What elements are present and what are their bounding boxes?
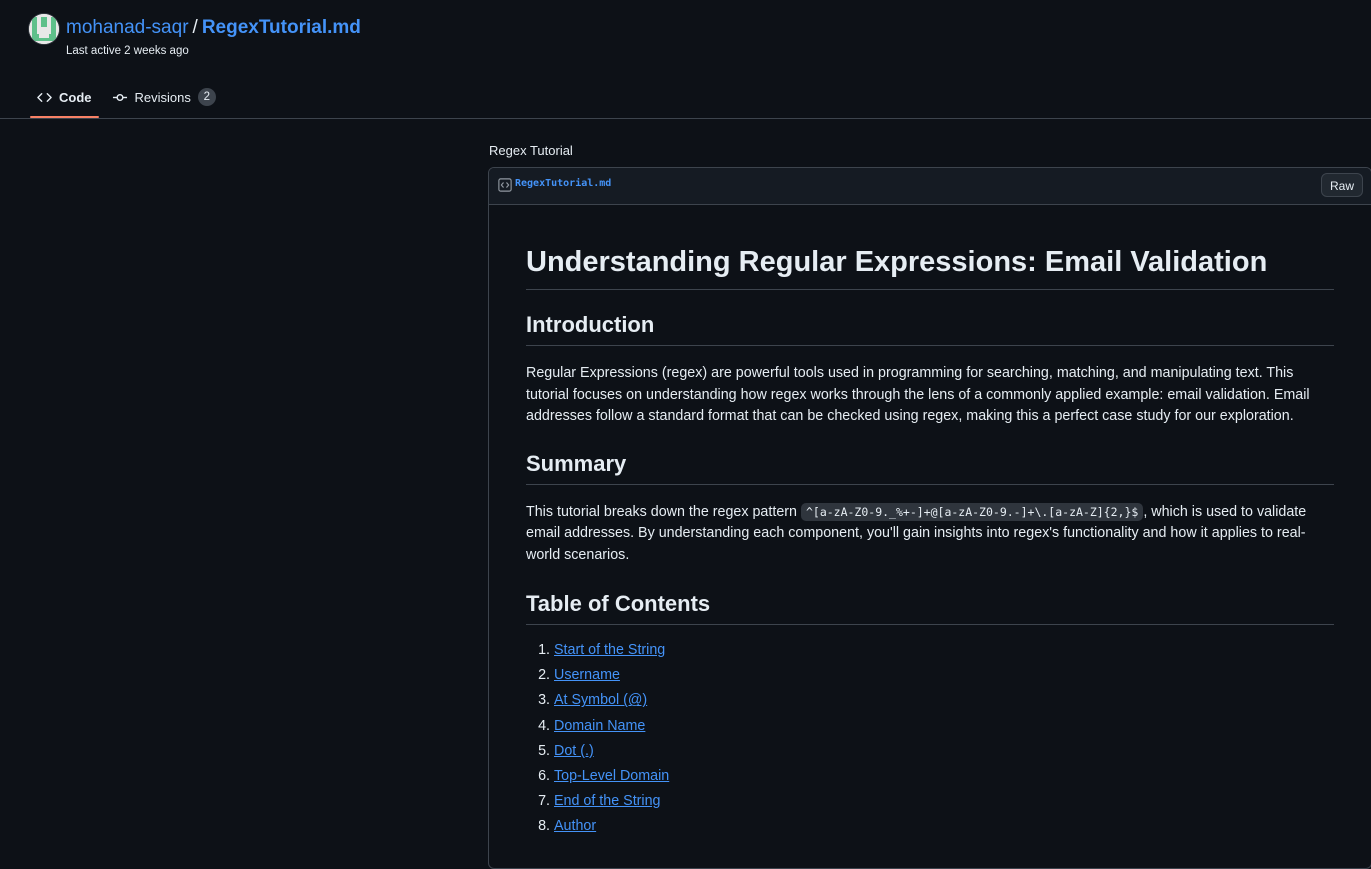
toc-link-end-of-string[interactable]: End of the String xyxy=(554,793,661,809)
toc-item: Author xyxy=(554,814,1334,839)
file-code-icon xyxy=(498,178,512,197)
file-box: RegexTutorial.md Raw Understanding Regul… xyxy=(488,167,1371,869)
git-commit-icon xyxy=(112,90,128,105)
header-divider xyxy=(0,118,1371,119)
summary-heading: Summary xyxy=(526,450,1334,485)
file-name-link[interactable]: RegexTutorial.md xyxy=(515,178,611,189)
revisions-count-badge: 2 xyxy=(197,88,216,106)
regex-pattern-code: ^[a-zA-Z0-9._%+-]+@[a-zA-Z0-9.-]+\.[a-zA… xyxy=(800,502,1144,521)
last-active-text: Last active 2 weeks ago xyxy=(66,45,189,57)
raw-button[interactable]: Raw xyxy=(1320,173,1363,197)
toc-item: Domain Name xyxy=(554,714,1334,739)
tab-revisions[interactable]: Revisions 2 xyxy=(105,82,223,112)
toc-link-start-of-string[interactable]: Start of the String xyxy=(554,642,665,658)
toc-item: End of the String xyxy=(554,789,1334,814)
introduction-text: Regular Expressions (regex) are powerful… xyxy=(526,365,1310,424)
toc-heading: Table of Contents xyxy=(526,590,1334,625)
toc-link-at-symbol[interactable]: At Symbol (@) xyxy=(554,692,647,708)
toc-item: Username xyxy=(554,663,1334,688)
introduction-heading: Introduction xyxy=(526,311,1334,346)
gist-file-link[interactable]: RegexTutorial.md xyxy=(202,17,361,38)
table-of-contents: Start of the String Username At Symbol (… xyxy=(526,638,1334,840)
toc-link-username[interactable]: Username xyxy=(554,667,620,683)
code-icon xyxy=(37,90,52,105)
title-separator: / xyxy=(192,17,198,38)
toc-item: At Symbol (@) xyxy=(554,688,1334,713)
tab-code-label: Code xyxy=(59,89,92,105)
owner-link[interactable]: mohanad-saqr xyxy=(66,17,189,38)
file-header: RegexTutorial.md Raw xyxy=(489,168,1371,205)
tab-code[interactable]: Code xyxy=(30,82,99,118)
tab-revisions-label: Revisions xyxy=(134,89,191,105)
gist-tabs: Code Revisions 2 xyxy=(30,82,229,118)
toc-link-dot[interactable]: Dot (.) xyxy=(554,743,594,759)
markdown-body: Understanding Regular Expressions: Email… xyxy=(526,205,1334,840)
toc-item: Top-Level Domain xyxy=(554,764,1334,789)
document-title: Understanding Regular Expressions: Email… xyxy=(526,205,1334,290)
toc-item: Dot (.) xyxy=(554,739,1334,764)
gist-header: mohanad-saqr / RegexTutorial.md Last activ… xyxy=(0,0,1371,118)
toc-link-top-level-domain[interactable]: Top-Level Domain xyxy=(554,768,669,784)
toc-link-domain-name[interactable]: Domain Name xyxy=(554,718,645,734)
summary-text: This tutorial breaks down the regex patt… xyxy=(526,502,1334,567)
toc-item: Start of the String xyxy=(554,638,1334,663)
gist-description: Regex Tutorial xyxy=(489,143,573,158)
avatar[interactable] xyxy=(29,14,59,44)
gist-title: mohanad-saqr / RegexTutorial.md xyxy=(66,16,361,40)
toc-link-author[interactable]: Author xyxy=(554,818,596,834)
summary-text-before: This tutorial breaks down the regex patt… xyxy=(526,503,801,520)
